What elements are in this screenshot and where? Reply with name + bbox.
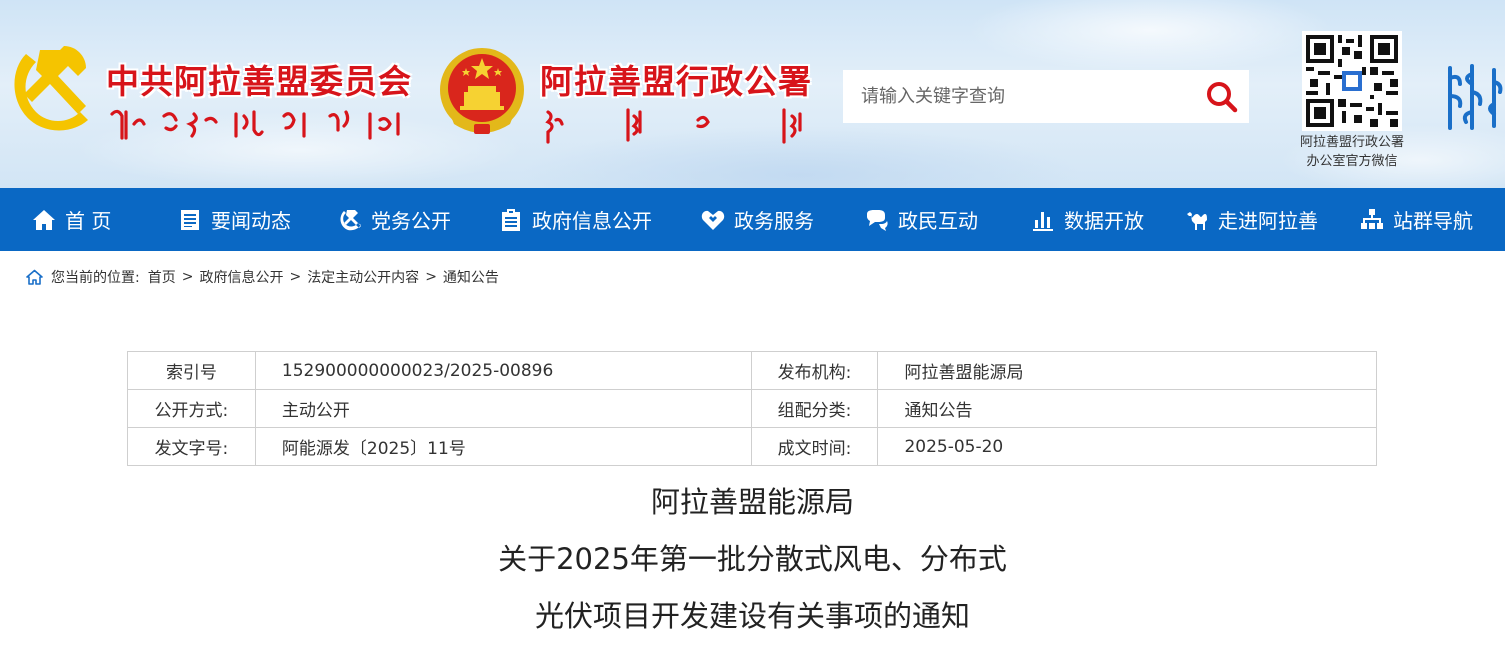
nav-item-label: 政民互动 (898, 209, 978, 233)
breadcrumb-link-notices[interactable]: 通知公告 (443, 267, 499, 287)
nav-item-label: 走进阿拉善 (1218, 209, 1318, 233)
breadcrumb-prefix: 您当前的位置: (51, 270, 140, 286)
nav-item-gov-info[interactable]: 政府信息公开 (499, 188, 652, 251)
table-row: 索引号 152900000000023/2025-00896 发布机构: 阿拉善… (127, 351, 1377, 390)
article-title-issuer: 阿拉善盟能源局 (650, 485, 854, 519)
disclosure-method-label: 公开方式: (127, 389, 256, 428)
breadcrumb-link-statutory[interactable]: 法定主动公开内容 (307, 267, 419, 287)
mongolian-script-gov (545, 108, 802, 144)
article-title-line: 光伏项目开发建设有关事项的通知 (534, 599, 970, 633)
party-committee-title: 中共阿拉善盟委员会 (106, 62, 412, 101)
nav-item-label: 政府信息公开 (532, 209, 652, 233)
search-input[interactable] (843, 70, 1193, 123)
nav-item-site-nav[interactable]: 站群导航 (1360, 188, 1473, 251)
article-title: 阿拉善盟能源局 关于2025年第一批分散式风电、分布式 光伏项目开发建设有关事项… (0, 474, 1505, 645)
article-title-line: 关于2025年第一批分散式风电、分布式 (498, 542, 1007, 576)
qr-caption-line2: 办公室官方微信 (1306, 154, 1398, 169)
nav-item-interaction[interactable]: 政民互动 (865, 188, 978, 251)
document-number-label: 发文字号: (127, 427, 256, 466)
qr-code-icon (1306, 35, 1398, 127)
nav-item-news[interactable]: 要闻动态 (178, 188, 291, 251)
written-date-value: 2025-05-20 (877, 427, 1377, 466)
camel-icon (1187, 211, 1207, 230)
mongolian-script-vertical (1448, 64, 1503, 130)
nav-item-label: 首 页 (65, 209, 112, 233)
search-icon[interactable] (1205, 80, 1239, 114)
mongolian-script-party (110, 109, 400, 140)
site-header: 中共阿拉善盟委员会 阿拉善盟行政公署 请输入关键字查询 阿拉善盟行政公署 办公室… (0, 0, 1505, 188)
nav-item-label: 政务服务 (734, 209, 814, 233)
nav-item-label: 党务公开 (371, 209, 451, 233)
gov-info-icon (502, 208, 520, 231)
nav-item-open-data[interactable]: 数据开放 (1031, 188, 1144, 251)
gov-office-title: 阿拉善盟行政公署 (540, 62, 812, 101)
nav-item-party-affairs[interactable]: 党务公开 (338, 188, 451, 251)
qr-caption: 阿拉善盟行政公署 办公室官方微信 (1282, 133, 1422, 171)
chat-icon (867, 209, 888, 231)
document-number-value: 阿能源发〔2025〕11号 (254, 427, 752, 466)
chart-icon (1033, 211, 1053, 231)
home-icon (26, 269, 43, 285)
nav-item-label: 要闻动态 (211, 209, 291, 233)
party-emblem-icon (14, 46, 89, 131)
main-nav: 首 页 要闻动态 党务公开 政府信息公开 政务服务 政民互动 数据开放 走进阿拉… (0, 188, 1505, 251)
news-icon (181, 209, 199, 230)
search-box (843, 70, 1249, 123)
table-row: 公开方式: 主动公开 组配分类: 通知公告 (127, 389, 1377, 428)
index-number-label: 索引号 (127, 351, 256, 390)
breadcrumb-link-home[interactable]: 首页 (148, 267, 176, 287)
breadcrumb: 您当前的位置: 首页 > 政府信息公开 > 法定主动公开内容 > 通知公告 (26, 265, 499, 289)
index-number-value: 152900000000023/2025-00896 (254, 351, 752, 390)
nav-item-label: 数据开放 (1064, 209, 1144, 233)
nav-item-home[interactable]: 首 页 (32, 188, 111, 251)
document-meta-table: 索引号 152900000000023/2025-00896 发布机构: 阿拉善… (127, 351, 1377, 466)
category-label: 组配分类: (750, 389, 879, 428)
sitemap-icon (1361, 208, 1383, 229)
breadcrumb-separator: > (289, 269, 302, 285)
wechat-qr-code (1302, 31, 1402, 131)
publisher-label: 发布机构: (750, 351, 879, 390)
nav-item-about-alxa[interactable]: 走进阿拉善 (1185, 188, 1318, 251)
national-emblem-icon (440, 48, 524, 134)
qr-caption-line1: 阿拉善盟行政公署 (1299, 135, 1404, 150)
nav-item-label: 站群导航 (1393, 209, 1473, 233)
breadcrumb-link-gov-info[interactable]: 政府信息公开 (199, 267, 283, 287)
breadcrumb-separator: > (425, 269, 437, 285)
disclosure-method-value: 主动公开 (254, 389, 752, 428)
breadcrumb-separator: > (181, 269, 194, 285)
nav-item-gov-service[interactable]: 政务服务 (701, 188, 814, 251)
party-icon (340, 209, 361, 230)
publisher-value: 阿拉善盟能源局 (877, 351, 1377, 390)
category-value: 通知公告 (877, 389, 1377, 428)
service-icon (701, 210, 725, 230)
table-row: 发文字号: 阿能源发〔2025〕11号 成文时间: 2025-05-20 (127, 427, 1377, 466)
written-date-label: 成文时间: (750, 427, 879, 466)
home-icon (33, 209, 55, 230)
